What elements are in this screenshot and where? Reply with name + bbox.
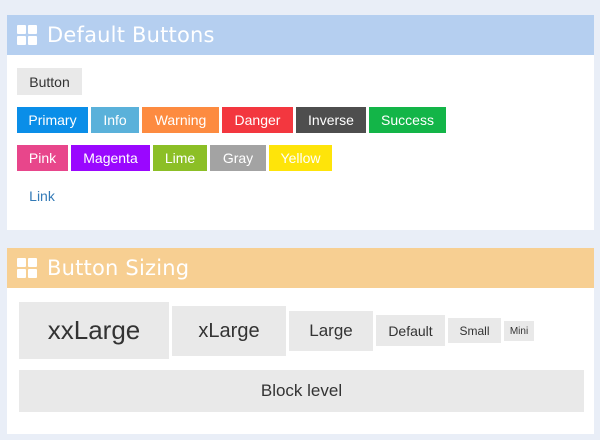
link-button[interactable]: Link [21,183,63,209]
grid-icon [17,258,37,278]
xxlarge-button[interactable]: xxLarge [19,302,169,359]
grid-icon [17,25,37,45]
inverse-button[interactable]: Inverse [296,107,366,133]
default-buttons-panel: Default Buttons Button Primary Info Warn… [7,15,594,230]
small-button[interactable]: Small [448,318,501,343]
magenta-button[interactable]: Magenta [71,145,150,171]
default-buttons-header: Default Buttons [7,15,594,55]
yellow-button[interactable]: Yellow [269,145,332,171]
lime-button[interactable]: Lime [153,145,207,171]
mini-button[interactable]: Mini [504,321,534,341]
warning-button[interactable]: Warning [142,107,219,133]
danger-button[interactable]: Danger [222,107,293,133]
panel-title: Button Sizing [47,256,190,280]
primary-button[interactable]: Primary [17,107,88,133]
block-level-button[interactable]: Block level [19,370,584,412]
button-sizing-panel: Button Sizing xxLarge xLarge Large Defau… [7,248,594,434]
default-size-button[interactable]: Default [376,315,445,346]
success-button[interactable]: Success [369,107,446,133]
button-sizing-header: Button Sizing [7,248,594,288]
xlarge-button[interactable]: xLarge [172,306,286,356]
default-button[interactable]: Button [17,68,82,95]
large-button[interactable]: Large [289,311,373,351]
info-button[interactable]: Info [91,107,139,133]
pink-button[interactable]: Pink [17,145,68,171]
panel-title: Default Buttons [47,23,215,47]
gray-button[interactable]: Gray [210,145,266,171]
